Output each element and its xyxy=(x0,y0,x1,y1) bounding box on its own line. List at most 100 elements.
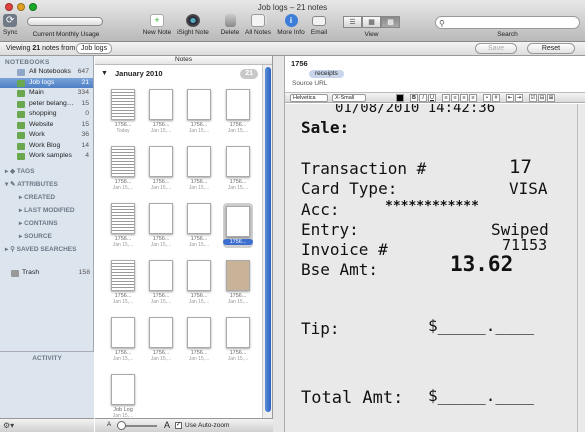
zoom-slider-knob[interactable] xyxy=(117,421,126,430)
sync-button[interactable]: ⟳ Sync xyxy=(3,14,17,36)
underline-button[interactable]: U xyxy=(428,94,436,102)
save-button[interactable]: Save xyxy=(475,43,517,54)
more-info-button[interactable]: i More Info xyxy=(275,14,307,36)
tag-pill[interactable]: receipts xyxy=(309,70,344,78)
notebook-label: Job logs xyxy=(29,78,55,86)
trash-row[interactable]: Trash 158 xyxy=(0,268,94,279)
size-dropdown[interactable]: X-Small xyxy=(332,94,366,102)
bullets-button[interactable]: • xyxy=(483,94,491,102)
notebook-item[interactable]: Main 334 xyxy=(0,88,93,99)
note-thumbnail[interactable]: 1756... Jan 15,... xyxy=(146,317,176,362)
all-notes-button[interactable]: All Notes xyxy=(243,14,273,36)
email-button[interactable]: Email xyxy=(308,14,330,36)
note-thumbnail[interactable]: 1756... Jan 15,... xyxy=(223,260,253,305)
bold-button[interactable]: B xyxy=(410,94,418,102)
activity-header: ACTIVITY xyxy=(32,355,62,362)
note-thumbnail[interactable]: 1756... Jan 15,... xyxy=(108,146,138,191)
sidebar-gear-button[interactable]: ⚙▾ xyxy=(0,418,94,432)
checkbox-button[interactable]: ☑ xyxy=(529,94,537,102)
notebook-label: All Notebooks xyxy=(29,68,71,75)
notes-scrollbar[interactable] xyxy=(262,65,272,418)
note-thumbnail[interactable]: 1756... Jan 15,... xyxy=(223,146,253,191)
isight-note-label: iSight Note xyxy=(177,29,209,36)
source-item[interactable]: ▸ SOURCE xyxy=(0,230,93,243)
pane-splitter[interactable] xyxy=(273,56,285,432)
note-thumbnail[interactable]: 1756... Jan 15,... xyxy=(146,146,176,191)
contains-label: CONTAINS xyxy=(24,219,58,227)
notes-header: Notes xyxy=(95,56,272,65)
align-right-button[interactable]: ≡ xyxy=(460,94,468,102)
note-preview-image xyxy=(111,89,135,120)
note-thumbnail[interactable]: 1756... xyxy=(223,203,253,248)
scrollbar-thumb[interactable] xyxy=(265,67,271,412)
notebook-item[interactable]: Website 15 xyxy=(0,120,93,131)
receipt-label: Card Type: xyxy=(301,179,398,198)
note-thumbnail[interactable]: 1756... Jan 15,... xyxy=(146,89,176,134)
notebook-count: 334 xyxy=(77,89,89,96)
trash-item[interactable]: Trash 158 xyxy=(0,268,94,279)
note-thumbnail[interactable]: 1756... Jan 15,... xyxy=(108,203,138,248)
note-thumbnail[interactable]: Job Log Jan 15,... xyxy=(108,374,138,419)
italic-button[interactable]: I xyxy=(419,94,427,102)
thumbnail-view-button[interactable]: ▩ xyxy=(381,16,400,28)
list-view-button[interactable]: ☰ xyxy=(343,16,362,28)
editor-scrollbar[interactable] xyxy=(577,104,585,432)
thumbnail-wrap: 1756... xyxy=(223,317,253,356)
trash-count: 158 xyxy=(78,269,90,276)
encrypt-button[interactable]: ⊟ xyxy=(538,94,546,102)
note-thumbnail[interactable]: 1756... Jan 15,... xyxy=(146,260,176,305)
note-thumbnail[interactable]: 1756... Jan 15,... xyxy=(108,260,138,305)
auto-zoom-checkbox[interactable]: ✓ xyxy=(175,422,182,429)
new-note-button[interactable]: + New Note xyxy=(141,14,173,36)
font-dropdown[interactable]: Helvetica xyxy=(290,94,328,102)
notebook-item[interactable]: Work 36 xyxy=(0,130,93,141)
search-icon: ⚲ xyxy=(439,19,445,28)
note-thumbnail[interactable]: 1756... Jan 15,... xyxy=(223,317,253,362)
notebook-item[interactable]: Job logs 21 xyxy=(0,77,93,88)
note-thumbnail[interactable]: 1756... Jan 15,... xyxy=(184,203,214,248)
tags-section[interactable]: ▸ ◆ TAGS xyxy=(0,165,93,178)
color-swatch[interactable] xyxy=(396,94,404,102)
created-item[interactable]: ▸ CREATED xyxy=(0,191,93,204)
saved-searches-section[interactable]: ▸ ⚲ SAVED SEARCHES xyxy=(0,243,93,256)
attach-button[interactable]: ⊞ xyxy=(547,94,555,102)
note-thumbnail[interactable]: 1756... Jan 15,... xyxy=(184,89,214,134)
notebook-item[interactable]: peter belang… 15 xyxy=(0,99,93,110)
reset-button[interactable]: Reset xyxy=(527,43,575,54)
note-thumb-date: Jan 15,... xyxy=(188,242,210,248)
note-thumbnail[interactable]: 1756... Jan 15,... xyxy=(184,146,214,191)
justify-button[interactable]: ≡ xyxy=(469,94,477,102)
attributes-section[interactable]: ▾ ✎ ATTRIBUTES xyxy=(0,178,93,191)
numbering-button[interactable]: # xyxy=(492,94,500,102)
align-center-button[interactable]: ≡ xyxy=(451,94,459,102)
note-thumbnail[interactable]: 1756... Jan 15,... xyxy=(184,260,214,305)
note-thumb-date: Jan 15,... xyxy=(188,356,210,362)
align-left-button[interactable]: ≡ xyxy=(442,94,450,102)
notebook-item[interactable]: All Notebooks 647 xyxy=(0,67,93,78)
search-field[interactable]: ⚲ xyxy=(435,16,580,29)
notebook-item[interactable]: Work samples 4 xyxy=(0,151,93,162)
indent-button[interactable]: ⇥ xyxy=(515,94,523,102)
source-url-field[interactable]: Source URL xyxy=(292,80,585,87)
receipt-value: VISA xyxy=(509,179,548,198)
evernote-window: Job logs – 21 notes ⟳ Sync Current Month… xyxy=(0,0,585,432)
note-title[interactable]: 1756 xyxy=(291,59,585,68)
note-thumbnail[interactable]: 1756... Jan 15,... xyxy=(146,203,176,248)
card-view-button[interactable]: ▦ xyxy=(362,16,381,28)
month-group-header[interactable]: ▼ January 2010 21 xyxy=(95,65,272,83)
notebook-item[interactable]: shopping 0 xyxy=(0,109,93,120)
last-modified-item[interactable]: ▸ LAST MODIFIED xyxy=(0,204,93,217)
contains-item[interactable]: ▸ CONTAINS xyxy=(0,217,93,230)
notebook-item[interactable]: Work Blog 14 xyxy=(0,141,93,152)
note-thumbnail[interactable]: 1756... Today xyxy=(108,89,138,134)
delete-button[interactable]: Delete xyxy=(218,14,242,36)
note-thumbnail[interactable]: 1756... Jan 15,... xyxy=(184,317,214,362)
outdent-button[interactable]: ⇤ xyxy=(506,94,514,102)
notebook-icon xyxy=(17,79,25,87)
note-thumbnail[interactable]: 1756... Jan 15,... xyxy=(108,317,138,362)
isight-note-button[interactable]: iSight Note xyxy=(175,14,211,36)
notebook-filter-pill[interactable]: Job logs xyxy=(76,43,113,54)
note-preview-image xyxy=(149,317,173,348)
usage-meter xyxy=(27,17,103,26)
note-thumbnail[interactable]: 1756... Jan 15,... xyxy=(223,89,253,134)
